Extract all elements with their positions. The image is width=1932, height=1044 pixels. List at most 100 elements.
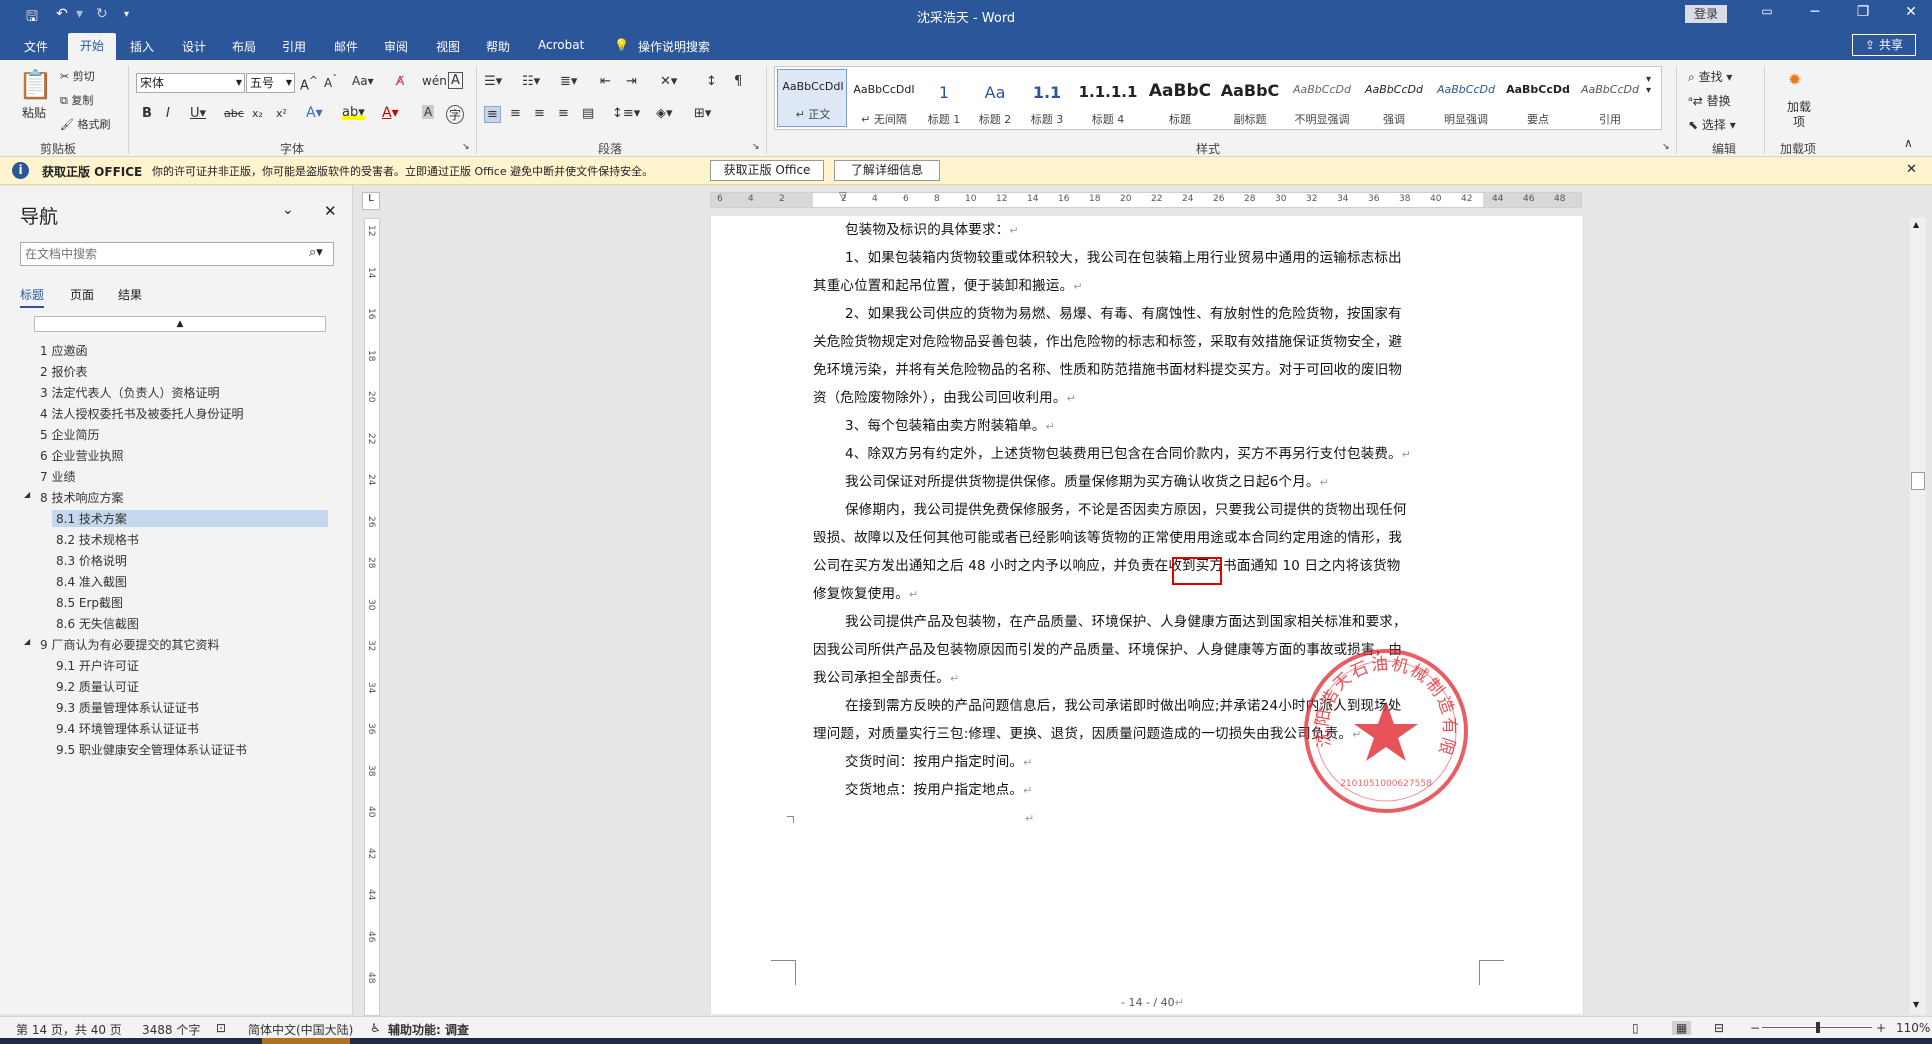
dialog-launcher-icon[interactable]: ↘: [752, 142, 760, 152]
numbering-icon[interactable]: ☷▾: [522, 74, 540, 89]
style-heading-3[interactable]: 1.1 标题 3: [1019, 73, 1075, 133]
first-line-indent-marker[interactable]: ▽: [839, 191, 847, 202]
tab-references[interactable]: 引用: [282, 38, 306, 55]
tell-me-search[interactable]: 操作说明搜索: [638, 38, 710, 55]
style-no-spacing[interactable]: AaBbCcDdI ↵ 无间隔: [849, 73, 919, 133]
nav-heading-item[interactable]: 8.1 技术方案: [52, 510, 328, 527]
zoom-level[interactable]: 110%: [1896, 1021, 1930, 1035]
login-button[interactable]: 登录: [1685, 5, 1727, 23]
align-right-icon[interactable]: ≡: [534, 106, 545, 121]
char-shading-icon[interactable]: A: [422, 105, 435, 119]
style-normal[interactable]: AaBbCcDdI ↵ 正文: [777, 69, 847, 127]
tab-file[interactable]: 文件: [24, 38, 48, 55]
tab-review[interactable]: 审阅: [384, 38, 408, 55]
tab-mailings[interactable]: 邮件: [334, 38, 358, 55]
nav-heading-item[interactable]: 1 应邀函: [40, 342, 87, 359]
nav-heading-item[interactable]: 9.4 环境管理体系认证证书: [56, 720, 199, 737]
learn-more-button[interactable]: 了解详细信息: [834, 160, 940, 181]
italic-icon[interactable]: I: [166, 106, 170, 121]
style-title[interactable]: AaBbC 标题: [1145, 73, 1215, 133]
decrease-indent-icon[interactable]: ⇤: [600, 74, 611, 89]
grow-font-icon[interactable]: A^: [300, 74, 318, 93]
underline-icon[interactable]: U▾: [190, 106, 206, 121]
minimize-icon[interactable]: ─: [1800, 4, 1830, 20]
nav-search-input[interactable]: [21, 243, 297, 265]
tab-help[interactable]: 帮助: [486, 38, 510, 55]
nav-heading-item[interactable]: 8.6 无失信截图: [56, 615, 139, 632]
style-intense-emphasis[interactable]: AaBbCcDd 明显强调: [1431, 73, 1501, 133]
ribbon-display-icon[interactable]: ▭: [1752, 4, 1782, 18]
style-heading-4[interactable]: 1.1.1.1 标题 4: [1073, 73, 1143, 133]
font-color-icon[interactable]: A▾: [382, 105, 399, 121]
text-effects-icon[interactable]: A▾: [306, 105, 323, 121]
strikethrough-icon[interactable]: abc: [224, 107, 244, 120]
nav-heading-item[interactable]: 8.4 准入截图: [56, 573, 127, 590]
expand-collapse-icon[interactable]: ◢: [24, 490, 30, 499]
cut-button[interactable]: ✂ 剪切: [60, 68, 95, 84]
highlight-icon[interactable]: ab▾: [342, 105, 365, 120]
change-case-icon[interactable]: Aa▾: [352, 74, 374, 88]
restore-icon[interactable]: ❐: [1848, 4, 1878, 20]
nav-heading-item[interactable]: 8.5 Erp截图: [56, 594, 123, 611]
chevron-down-icon[interactable]: ⌄: [282, 202, 294, 218]
nav-tab-results[interactable]: 结果: [118, 286, 142, 303]
page-count[interactable]: 第 14 页，共 40 页: [16, 1021, 122, 1038]
paste-icon[interactable]: 📋: [18, 68, 53, 108]
shrink-font-icon[interactable]: Aˇ: [324, 74, 337, 90]
tab-insert[interactable]: 插入: [130, 38, 154, 55]
nav-heading-item[interactable]: 3 法定代表人（负责人）资格证明: [40, 384, 219, 401]
tab-selector[interactable]: L: [362, 192, 380, 210]
word-count[interactable]: 3488 个字: [142, 1021, 200, 1038]
style-strong[interactable]: AaBbCcDd 要点: [1503, 73, 1573, 133]
style-subtitle[interactable]: AaBbC 副标题: [1215, 73, 1285, 133]
select-button[interactable]: ⬉ 选择 ▾: [1688, 116, 1736, 133]
tab-home[interactable]: 开始: [68, 33, 117, 60]
bullets-icon[interactable]: ☰▾: [484, 74, 502, 89]
tab-view[interactable]: 视图: [436, 38, 460, 55]
tab-acrobat[interactable]: Acrobat: [538, 38, 584, 52]
bold-icon[interactable]: B: [142, 106, 152, 121]
line-spacing-icon[interactable]: ↕≡▾: [612, 106, 640, 121]
close-icon[interactable]: ✕: [1896, 4, 1926, 20]
chinese-layout-icon[interactable]: ✕▾: [660, 74, 677, 89]
clear-format-icon[interactable]: A̸: [396, 74, 404, 88]
nav-tab-pages[interactable]: 页面: [70, 286, 94, 303]
nav-tab-headings[interactable]: 标题: [20, 286, 45, 308]
style-heading-2[interactable]: Aa 标题 2: [965, 73, 1025, 133]
multilevel-list-icon[interactable]: ≣▾: [560, 74, 577, 89]
nav-heading-item[interactable]: 7 业绩: [40, 468, 75, 485]
style-heading-1[interactable]: 1 标题 1: [919, 73, 969, 133]
shading-icon[interactable]: ◈▾: [656, 106, 673, 121]
accessibility-status[interactable]: 辅助功能: 调查: [388, 1021, 469, 1038]
font-name-combo[interactable]: 宋体 ▼: [136, 73, 245, 93]
copy-button[interactable]: ⧉ 复制: [60, 92, 93, 108]
superscript-icon[interactable]: x²: [276, 107, 287, 120]
align-center-icon[interactable]: ≡: [510, 106, 521, 121]
nav-heading-item[interactable]: 8.2 技术规格书: [56, 531, 139, 548]
nav-heading-item[interactable]: 9.3 质量管理体系认证证书: [56, 699, 199, 716]
share-button[interactable]: ⇪ 共享: [1852, 34, 1916, 56]
close-icon[interactable]: ✕: [1906, 162, 1917, 177]
addins-button[interactable]: 加载项: [1784, 100, 1814, 130]
scroll-down-icon[interactable]: ▼: [1913, 1000, 1919, 1009]
dialog-launcher-icon[interactable]: ↘: [462, 142, 470, 152]
proofing-icon[interactable]: ⊡: [216, 1021, 226, 1035]
nav-heading-item[interactable]: 2 报价表: [40, 363, 87, 380]
nav-heading-item[interactable]: 4 法人授权委托书及被委托人身份证明: [40, 405, 243, 422]
read-mode-icon[interactable]: ▯: [1632, 1021, 1639, 1035]
tab-design[interactable]: 设计: [182, 38, 206, 55]
font-size-combo[interactable]: 五号 ▼: [246, 73, 295, 93]
align-left-icon[interactable]: ≡: [484, 106, 501, 123]
distributed-icon[interactable]: ▤: [582, 106, 594, 121]
zoom-out-icon[interactable]: −: [1750, 1021, 1760, 1035]
char-border-icon[interactable]: A: [448, 72, 463, 89]
nav-heading-item[interactable]: 8 技术响应方案: [40, 489, 123, 506]
get-genuine-button[interactable]: 获取正版 Office: [710, 160, 824, 181]
dialog-launcher-icon[interactable]: ↘: [1662, 142, 1670, 152]
nav-heading-item[interactable]: 8.3 价格说明: [56, 552, 127, 569]
format-painter-button[interactable]: 🖌 格式刷: [60, 116, 110, 132]
nav-heading-item[interactable]: 9.5 职业健康安全管理体系认证证书: [56, 741, 247, 758]
scroll-up-icon[interactable]: ▲: [1913, 220, 1919, 229]
nav-heading-item[interactable]: 9.1 开户许可证: [56, 657, 139, 674]
nav-heading-item[interactable]: 9 厂商认为有必要提交的其它资料: [40, 636, 219, 653]
